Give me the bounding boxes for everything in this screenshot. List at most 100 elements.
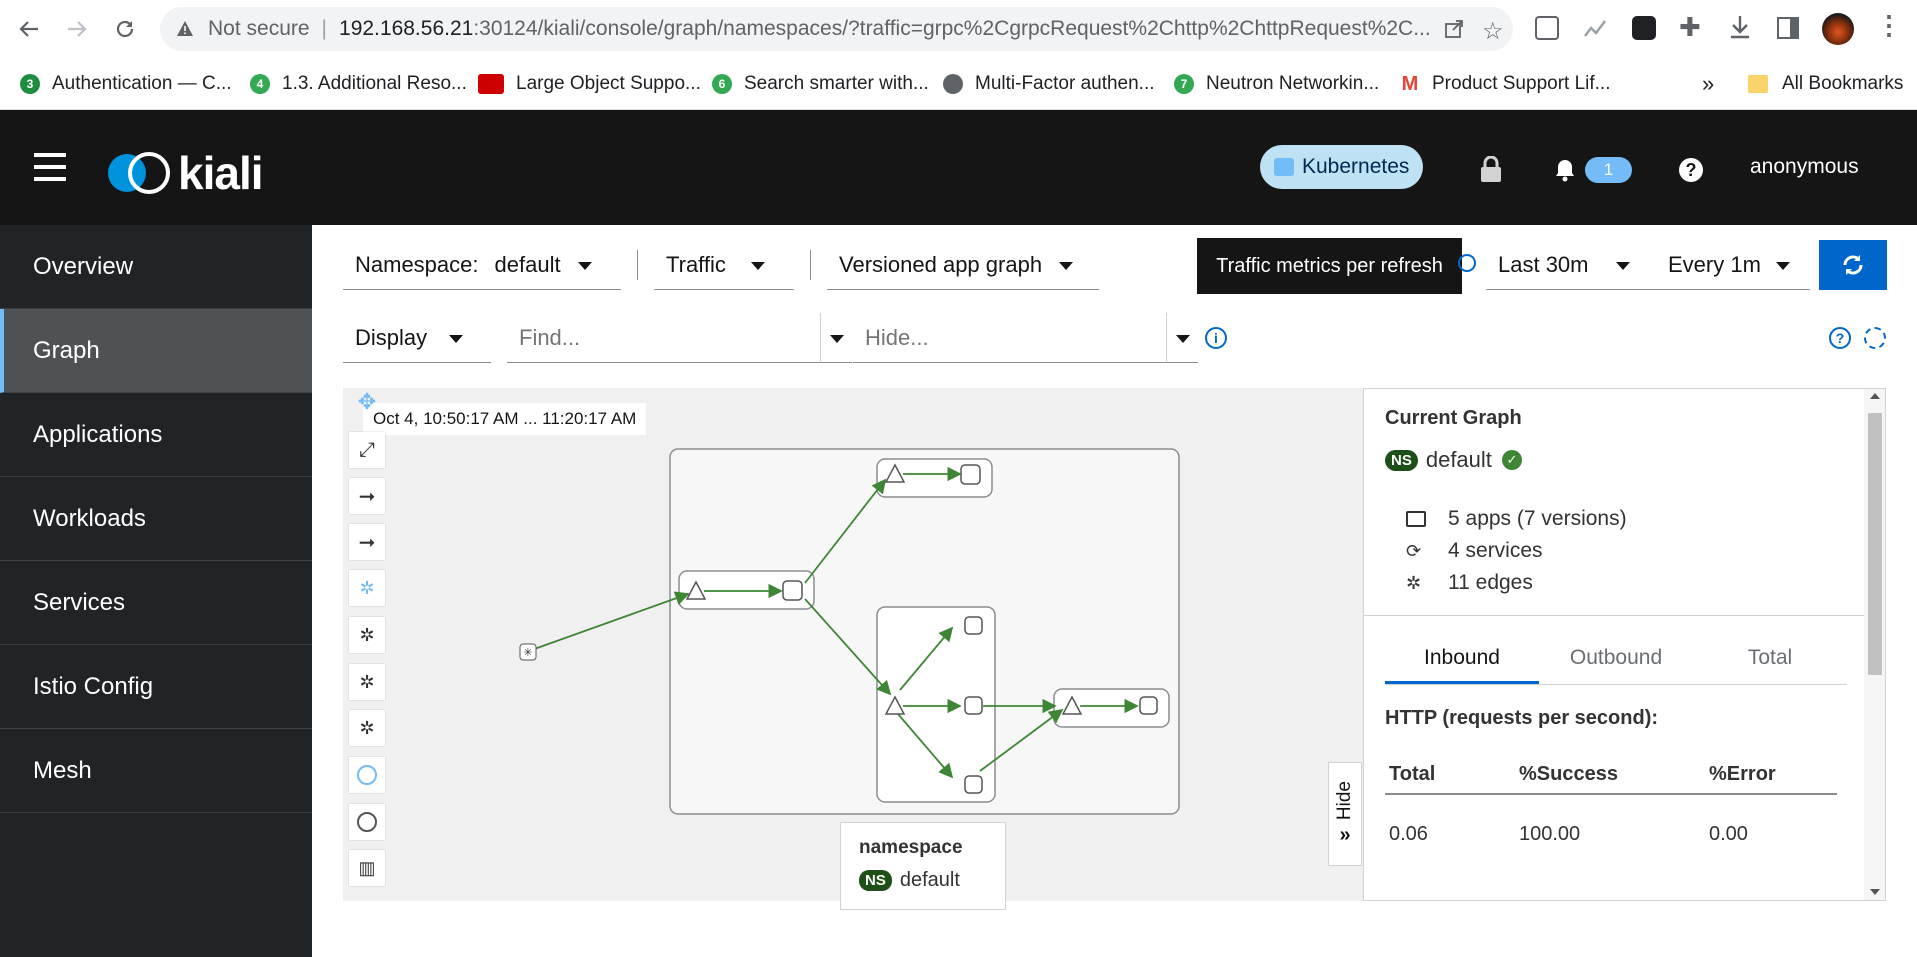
extension-icon-1[interactable] xyxy=(1535,16,1559,40)
bookmark-6[interactable]: M Product Support Lif... xyxy=(1400,68,1611,100)
namespace-layout-icon[interactable] xyxy=(349,757,385,793)
puzzle-icon[interactable]: ✚ xyxy=(1679,12,1701,43)
sidebar-item-workloads[interactable]: Workloads xyxy=(0,477,312,561)
sidebar-item-mesh[interactable]: Mesh xyxy=(0,729,312,813)
service-node[interactable] xyxy=(960,464,981,485)
table-header: Total %Success %Error xyxy=(1385,749,1837,795)
traffic-dropdown[interactable]: Traffic xyxy=(654,240,794,290)
sync-icon xyxy=(1843,255,1863,275)
bookmark-4[interactable]: Multi-Factor authen... xyxy=(943,68,1155,100)
hide-dropdown-toggle[interactable] xyxy=(1166,313,1198,363)
pan-icon[interactable]: ✥ xyxy=(349,384,385,420)
server-icon xyxy=(1274,158,1294,176)
workload-node[interactable] xyxy=(964,775,983,794)
address-bar[interactable]: Not secure | 192.168.56.21 :30124/kiali/… xyxy=(160,7,1513,51)
caret-down-icon xyxy=(1616,262,1630,270)
legend-title: namespace xyxy=(859,837,963,858)
help-icon[interactable]: ? xyxy=(1679,158,1703,182)
tour-icon[interactable] xyxy=(1864,327,1886,349)
graph-timestamp: Oct 4, 10:50:17 AM ... 11:20:17 AM xyxy=(363,403,647,435)
all-bookmarks[interactable]: All Bookmarks xyxy=(1748,68,1903,100)
layout-cose-icon[interactable]: ✲ xyxy=(349,617,385,653)
globe-icon xyxy=(943,74,963,94)
folder-icon xyxy=(1748,75,1768,93)
services-count: 4 services xyxy=(1448,539,1543,562)
caret-down-icon xyxy=(1059,262,1073,270)
bell-icon[interactable] xyxy=(1554,158,1576,187)
back-icon[interactable] xyxy=(12,12,46,46)
namespace-dropdown[interactable]: Namespace: default xyxy=(343,240,621,290)
masthead: kiali Kubernetes 1 ? anonymous xyxy=(0,110,1917,225)
legend-namespace: default xyxy=(899,869,960,891)
hide-panel-tab[interactable]: Hide » xyxy=(1328,762,1362,866)
layout-grid-icon[interactable]: ✲ xyxy=(349,710,385,746)
bookmark-1[interactable]: 4 1.3. Additional Reso... xyxy=(250,68,467,100)
panel-title: Current Graph xyxy=(1385,407,1522,429)
share-icon[interactable] xyxy=(1443,18,1465,46)
extension-icon-2[interactable] xyxy=(1632,16,1656,40)
scroll-up-icon[interactable] xyxy=(1870,393,1880,399)
tab-outbound[interactable]: Outbound xyxy=(1539,635,1693,685)
tab-total[interactable]: Total xyxy=(1693,635,1847,685)
notification-badge[interactable]: 1 xyxy=(1585,157,1632,183)
bookmark-2[interactable]: Large Object Suppo... xyxy=(478,68,701,100)
help-icon[interactable]: ? xyxy=(1829,327,1851,349)
analytics-icon[interactable] xyxy=(1583,16,1607,45)
panel-namespace[interactable]: default xyxy=(1426,447,1492,473)
ns-badge: NS xyxy=(1385,449,1418,471)
hide-input[interactable] xyxy=(853,313,1166,363)
workload-node[interactable] xyxy=(964,616,983,635)
refresh-button[interactable] xyxy=(1819,240,1887,290)
hamburger-menu-icon[interactable] xyxy=(34,153,66,181)
service-node[interactable] xyxy=(782,580,803,601)
workload-node[interactable] xyxy=(1139,696,1158,715)
graph-type-dropdown[interactable]: Versioned app graph xyxy=(827,240,1099,290)
graph-edge[interactable] xyxy=(525,591,690,653)
download-icon[interactable] xyxy=(1728,14,1752,45)
app-layout-icon[interactable] xyxy=(349,804,385,840)
bookmark-0[interactable]: 3 Authentication — C... xyxy=(20,68,232,100)
layout-cola-icon[interactable]: ✲ xyxy=(349,664,385,700)
refresh-interval-dropdown[interactable]: Every 1m xyxy=(1656,240,1810,290)
lock-icon[interactable] xyxy=(1480,155,1502,187)
bookmarks-overflow[interactable]: » xyxy=(1702,68,1714,100)
edges-icon: ✲ xyxy=(1406,573,1422,593)
kiali-logo[interactable]: kiali xyxy=(104,146,264,200)
star-icon[interactable]: ☆ xyxy=(1482,17,1504,46)
sidebar-item-services[interactable]: Services xyxy=(0,561,312,645)
find-input[interactable] xyxy=(507,313,820,363)
cluster-badge: Kubernetes xyxy=(1260,145,1424,189)
reload-icon[interactable] xyxy=(108,12,142,46)
sidebar-item-applications[interactable]: Applications xyxy=(0,393,312,477)
menu-kebab-icon[interactable]: ⋮ xyxy=(1876,10,1902,41)
find-dropdown-toggle[interactable] xyxy=(820,313,852,363)
info-icon[interactable]: i xyxy=(1205,327,1227,349)
replay-icon[interactable] xyxy=(1458,254,1476,272)
bookmark-3[interactable]: 6 Search smarter with... xyxy=(712,68,929,100)
workload-node[interactable] xyxy=(964,696,983,715)
scroll-down-icon[interactable] xyxy=(1870,889,1880,895)
sidebar-item-overview[interactable]: Overview xyxy=(0,225,312,309)
divider xyxy=(810,250,811,280)
user-menu[interactable]: anonymous xyxy=(1750,155,1859,179)
tab-inbound[interactable]: Inbound xyxy=(1385,635,1539,685)
avatar[interactable] xyxy=(1822,13,1854,45)
apps-icon xyxy=(1406,511,1426,527)
display-dropdown[interactable]: Display xyxy=(343,313,491,363)
security-label: Not secure xyxy=(208,17,310,40)
sidebar-item-graph[interactable]: Graph xyxy=(0,309,312,393)
sidebar-item-istio-config[interactable]: Istio Config xyxy=(0,645,312,729)
bookmark-5[interactable]: 7 Neutron Networkin... xyxy=(1174,68,1379,100)
duration-dropdown[interactable]: Last 30m xyxy=(1486,240,1656,290)
layout-dagre-icon[interactable]: ✲ xyxy=(349,570,385,606)
map-icon[interactable]: ▥ xyxy=(349,850,385,886)
layout-arrow-icon[interactable]: ➞ xyxy=(349,524,385,560)
side-panel-icon[interactable] xyxy=(1777,17,1799,39)
bookmarks-bar: 3 Authentication — C... 4 1.3. Additional … xyxy=(0,58,1917,110)
forward-icon[interactable] xyxy=(60,12,94,46)
hide-label: Hide xyxy=(1334,780,1355,821)
scrollbar[interactable] xyxy=(1864,389,1885,900)
layout-arrow-icon[interactable]: ➞ xyxy=(349,478,385,514)
scrollbar-thumb[interactable] xyxy=(1868,413,1882,675)
zoom-to-fit-icon[interactable]: ⤢ xyxy=(349,432,385,468)
